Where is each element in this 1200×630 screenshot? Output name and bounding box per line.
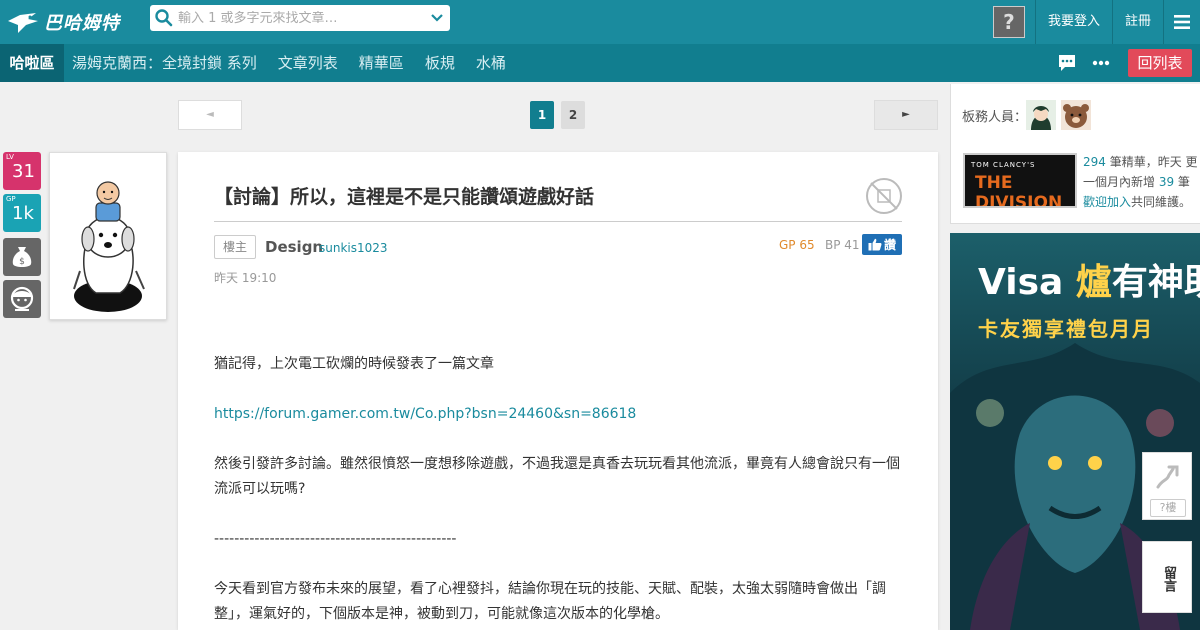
nav-item-board-name[interactable]: 湯姆克蘭西：全境封鎖 系列 bbox=[64, 44, 265, 82]
reply-label: 留言 bbox=[1161, 566, 1176, 592]
board-stats: 294 筆精華，昨天 更 一個月內新增 39 筆 歡迎加入共同維護。 bbox=[1083, 152, 1200, 212]
chevron-down-icon[interactable] bbox=[424, 13, 450, 23]
floor-jump-input[interactable]: ?樓 bbox=[1150, 499, 1186, 517]
thumbs-up-icon bbox=[868, 238, 882, 251]
post-paragraph: 然後引發許多討論。雖然很憤怒一度想移除遊戲，不過我還是真香去玩玩看其他流派，畢竟… bbox=[214, 456, 900, 497]
gp-badge-label: GP bbox=[6, 195, 16, 203]
featured-count[interactable]: 294 bbox=[1083, 155, 1106, 169]
post-time: 昨天 19:10 bbox=[214, 271, 277, 285]
floor-jump-button[interactable]: ?樓 bbox=[1142, 452, 1192, 520]
moderators-label: 板務人員： bbox=[962, 110, 1028, 125]
nav-home-tab[interactable]: 哈啦區 bbox=[0, 44, 64, 82]
moderator-avatar[interactable] bbox=[1061, 100, 1091, 130]
bp-count[interactable]: BP 41 bbox=[825, 238, 860, 252]
board-stats-text: 共同維護。 bbox=[1131, 195, 1192, 209]
post-link[interactable]: https://forum.gamer.com.tw/Co.php?bsn=24… bbox=[214, 402, 904, 427]
moderator-avatar[interactable] bbox=[1026, 100, 1056, 130]
hamburger-menu-icon[interactable] bbox=[1164, 0, 1200, 44]
author-avatar-image bbox=[73, 181, 145, 312]
page-2-button[interactable]: 2 bbox=[561, 101, 585, 129]
level-badge[interactable]: LV 31 bbox=[3, 152, 41, 190]
post-divider-line: ----------------------------------------… bbox=[214, 531, 457, 547]
board-stats-text: 筆精華，昨天 更 bbox=[1105, 155, 1198, 169]
author-name[interactable]: Design bbox=[265, 238, 323, 256]
nav-item-rules[interactable]: 板規 bbox=[417, 44, 463, 82]
nav-items: 湯姆克蘭西：全境封鎖 系列 文章列表 精華區 板規 水桶 bbox=[64, 44, 519, 82]
jump-arrow-icon bbox=[1156, 465, 1179, 489]
gp-badge-value: 1k bbox=[12, 203, 34, 224]
ad-headline-c: 有神助 bbox=[1111, 262, 1200, 303]
level-badge-label: LV bbox=[6, 153, 14, 161]
ad-headline-b: 爐 bbox=[1075, 262, 1112, 303]
logo-dragon-icon bbox=[8, 13, 38, 33]
gp-badge[interactable]: GP 1k bbox=[3, 194, 41, 232]
more-options-icon[interactable] bbox=[1084, 44, 1118, 82]
author-avatar[interactable] bbox=[49, 152, 167, 320]
next-page-button[interactable]: ► bbox=[874, 100, 938, 130]
board-nav-bar: 哈啦區 湯姆克蘭西：全境封鎖 系列 文章列表 精華區 板規 水桶 回列表 bbox=[0, 44, 1200, 82]
chat-bubble-icon[interactable] bbox=[1050, 44, 1084, 82]
no-image-icon[interactable] bbox=[866, 178, 902, 214]
like-label: 讚 bbox=[883, 238, 896, 252]
login-link[interactable]: 我要登入 bbox=[1036, 0, 1112, 44]
question-icon: ? bbox=[1003, 10, 1015, 34]
guest-avatar[interactable]: ? bbox=[992, 6, 1025, 38]
post-title: 【討論】所以，這裡是不是只能讚頌遊戲好話 bbox=[214, 186, 595, 208]
prev-page-button[interactable]: ◄ bbox=[178, 100, 242, 130]
floor-tag[interactable]: 樓主 bbox=[214, 235, 256, 259]
top-right-controls: ? 我要登入 註冊 bbox=[992, 0, 1200, 44]
post-paragraph: 猶記得，上次電工砍爛的時候發表了一篇文章 bbox=[214, 356, 494, 372]
new-count: 39 bbox=[1158, 175, 1175, 189]
site-logo[interactable]: 巴哈姆特 bbox=[6, 6, 120, 38]
nav-item-featured[interactable]: 精華區 bbox=[351, 44, 412, 82]
back-to-list-button[interactable]: 回列表 bbox=[1128, 49, 1192, 77]
top-bar: 巴哈姆特 ? 我要登入 註冊 bbox=[0, 0, 1200, 44]
nav-right-controls: 回列表 bbox=[1050, 44, 1192, 82]
join-link[interactable]: 歡迎加入 bbox=[1083, 195, 1131, 209]
level-badge-value: 31 bbox=[12, 161, 35, 182]
page-1-button[interactable]: 1 bbox=[530, 101, 554, 129]
like-button[interactable]: 讚 bbox=[862, 234, 902, 255]
post-card: 【討論】所以，這裡是不是只能讚頌遊戲好話 樓主 Design sunkis102… bbox=[178, 152, 938, 630]
board-stats-text: 一個月內新增 bbox=[1083, 175, 1159, 189]
board-info-panel: 板務人員： TOM CLANCY'S THE DIVISION 294 筆精華，… bbox=[950, 84, 1200, 224]
ad-headline-a: Visa bbox=[978, 262, 1076, 303]
reply-button[interactable]: 留言 bbox=[1142, 541, 1192, 613]
board-banner-image[interactable]: TOM CLANCY'S THE DIVISION bbox=[963, 153, 1077, 208]
nav-item-bucket[interactable]: 水桶 bbox=[468, 44, 514, 82]
register-link[interactable]: 註冊 bbox=[1113, 0, 1163, 44]
ad-subheadline: 卡友獨享禮包月月 bbox=[978, 317, 1154, 341]
search-box[interactable] bbox=[150, 5, 450, 31]
board-banner-title: THE DIVISION bbox=[975, 173, 1063, 208]
post-paragraph: 今天看到官方發布未來的展望，看了心裡發抖，結論你現在玩的技能、天賦、配裝，太強太… bbox=[214, 581, 886, 622]
gp-count[interactable]: GP 65 bbox=[779, 238, 815, 252]
title-divider bbox=[214, 221, 902, 222]
money-bag-icon[interactable]: $ bbox=[3, 238, 41, 276]
board-banner-subtitle: TOM CLANCY'S bbox=[971, 161, 1036, 169]
board-stats-text: 筆 bbox=[1174, 175, 1190, 189]
logo-text: 巴哈姆特 bbox=[44, 13, 120, 34]
svg-text:$: $ bbox=[19, 257, 25, 267]
search-input[interactable] bbox=[178, 10, 424, 26]
user-profile-icon[interactable] bbox=[3, 280, 41, 318]
nav-item-article-list[interactable]: 文章列表 bbox=[270, 44, 346, 82]
ad-headline: Visa 爐有神助 bbox=[978, 253, 1200, 305]
author-id[interactable]: sunkis1023 bbox=[319, 241, 388, 255]
search-icon[interactable] bbox=[150, 9, 178, 27]
